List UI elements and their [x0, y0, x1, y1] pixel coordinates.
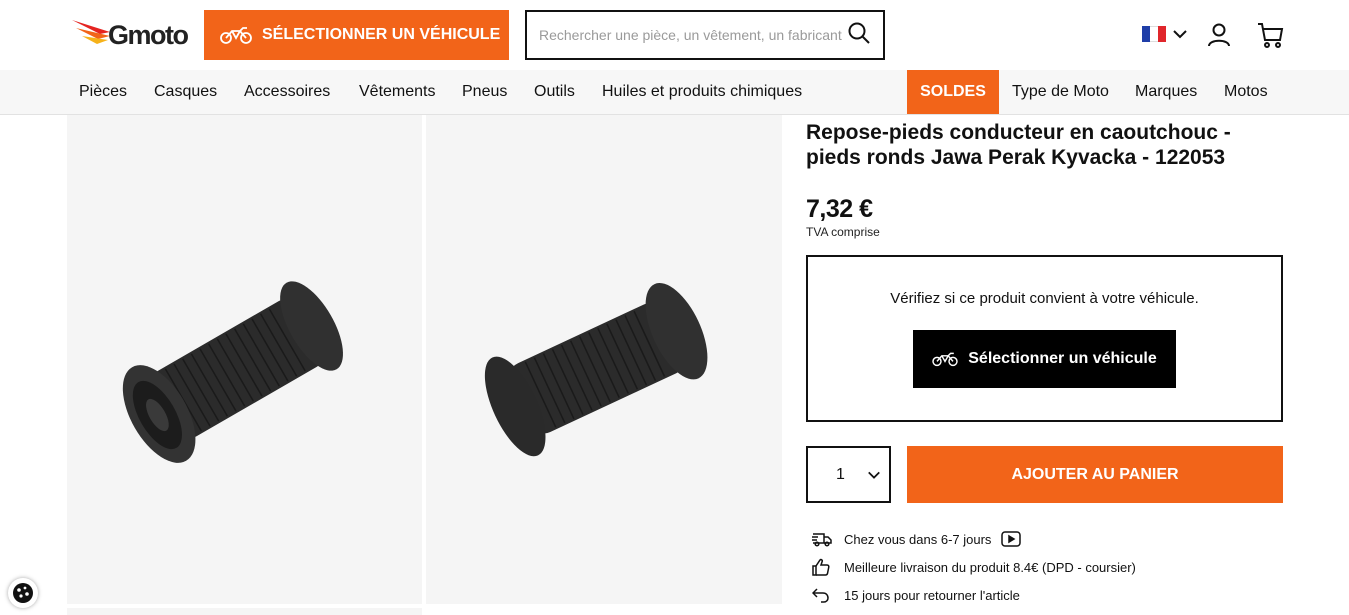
select-vehicle-button[interactable]: SÉLECTIONNER UN VÉHICULE [204, 10, 509, 60]
footpeg-rubber-image [122, 281, 343, 463]
nav-item-huiles[interactable]: Huiles et produits chimiques [602, 70, 802, 114]
fitment-select-vehicle-label: Sélectionner un véhicule [968, 350, 1157, 367]
user-account-icon[interactable] [1206, 22, 1232, 53]
quantity-select[interactable]: 1 [806, 446, 891, 503]
shopping-cart-icon[interactable] [1256, 21, 1284, 54]
product-image-2[interactable] [426, 115, 782, 604]
return-arrow-icon [812, 586, 834, 604]
product-title: Repose-pieds conducteur en caoutchouc - … [806, 121, 1231, 169]
nav-item-casques[interactable]: Casques [154, 70, 217, 114]
delivery-time-row: Chez vous dans 6-7 jours [812, 530, 1022, 548]
main-navigation: Pièces Casques Accessoires Vêtements Pne… [0, 70, 1349, 115]
select-vehicle-label: SÉLECTIONNER UN VÉHICULE [262, 26, 501, 43]
nav-item-accessoires[interactable]: Accessoires [244, 70, 330, 114]
footpeg-rubber-image [484, 282, 708, 457]
search-input[interactable] [539, 27, 847, 43]
nav-item-type-de-moto[interactable]: Type de Moto [1012, 70, 1109, 114]
fitment-check-box: Vérifiez si ce produit convient à votre … [806, 255, 1283, 422]
add-to-cart-button[interactable]: AJOUTER AU PANIER [907, 446, 1283, 503]
nav-item-outils[interactable]: Outils [534, 70, 575, 114]
quantity-value: 1 [836, 465, 845, 483]
returns-row: 15 jours pour retourner l'article [812, 586, 1020, 604]
product-image-3[interactable] [67, 608, 422, 615]
fitment-check-text: Vérifiez si ce produit convient à votre … [890, 290, 1199, 307]
logo-text: Gmoto [108, 20, 189, 50]
vat-note: TVA comprise [806, 225, 880, 239]
chevron-down-icon [867, 468, 881, 487]
returns-text: 15 jours pour retourner l'article [844, 587, 1020, 603]
best-delivery-text: Meilleure livraison du produit 8.4€ (DPD… [844, 559, 1136, 575]
nav-item-motos[interactable]: Motos [1224, 70, 1268, 114]
french-flag-icon[interactable] [1142, 26, 1166, 42]
cookie-settings-icon[interactable] [8, 578, 38, 608]
search-box[interactable] [525, 10, 885, 60]
site-header: Gmoto SÉLECTIONNER UN VÉHICULE [0, 0, 1349, 70]
delivery-time-text: Chez vous dans 6-7 jours [844, 531, 992, 547]
gmoto-logo[interactable]: Gmoto [70, 17, 190, 51]
search-icon[interactable] [847, 21, 871, 50]
fitment-select-vehicle-button[interactable]: Sélectionner un véhicule [913, 330, 1176, 388]
language-chevron-down-icon[interactable] [1172, 26, 1188, 47]
nav-item-pneus[interactable]: Pneus [462, 70, 507, 114]
delivery-truck-icon [812, 530, 834, 548]
motorcycle-icon [220, 25, 252, 45]
best-delivery-row: Meilleure livraison du produit 8.4€ (DPD… [812, 558, 1136, 576]
motorcycle-icon [932, 351, 958, 367]
nav-item-soldes[interactable]: SOLDES [907, 70, 999, 114]
product-price: 7,32 € [806, 195, 873, 223]
thumbs-up-icon [812, 558, 834, 576]
product-image-1[interactable] [67, 115, 422, 604]
video-play-icon[interactable] [1001, 531, 1022, 547]
nav-item-marques[interactable]: Marques [1135, 70, 1197, 114]
nav-item-vetements[interactable]: Vêtements [359, 70, 435, 114]
nav-item-pieces[interactable]: Pièces [79, 70, 127, 114]
